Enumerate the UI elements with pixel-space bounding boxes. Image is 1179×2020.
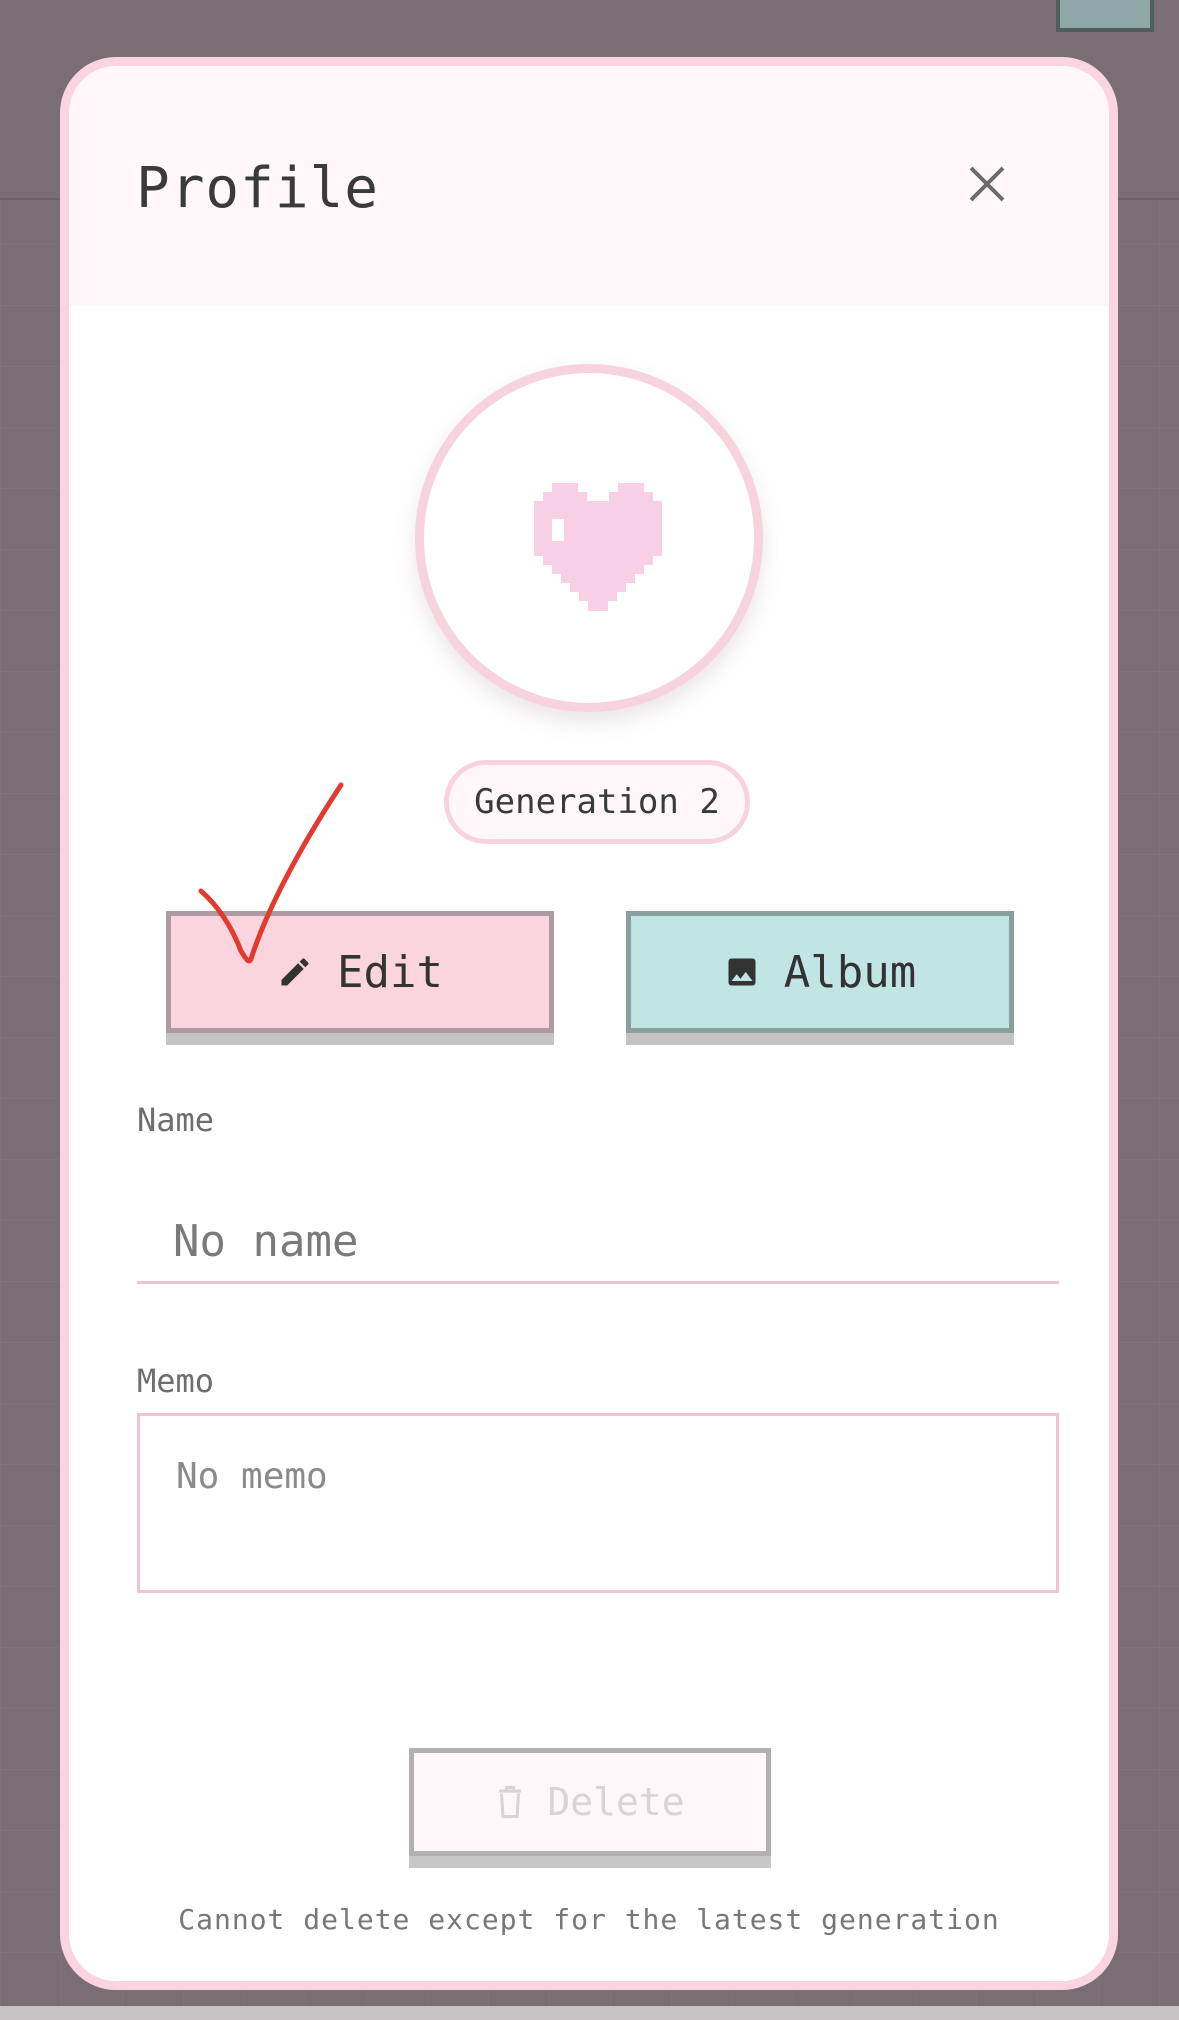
delete-restriction-note: Cannot delete except for the latest gene… bbox=[178, 1903, 1000, 1936]
album-button-label: Album bbox=[783, 946, 917, 998]
profile-dialog: Profile Generation 2 Edit Album Name No … bbox=[60, 57, 1118, 1990]
memo-input[interactable] bbox=[137, 1413, 1059, 1593]
delete-button-label: Delete bbox=[547, 1780, 685, 1824]
pencil-icon bbox=[281, 958, 309, 986]
close-icon bbox=[969, 166, 1005, 202]
dialog-title: Profile bbox=[136, 156, 380, 221]
image-icon bbox=[728, 958, 756, 986]
backdrop-footer bbox=[0, 2006, 1179, 2020]
pixel-heart-icon bbox=[534, 483, 662, 611]
name-input[interactable] bbox=[137, 1216, 1059, 1284]
name-label: Name bbox=[137, 1101, 215, 1139]
dialog-header: Profile bbox=[69, 66, 1109, 306]
close-button[interactable] bbox=[957, 154, 1017, 214]
backdrop-corner-button bbox=[1056, 0, 1154, 32]
edit-button-label: Edit bbox=[337, 946, 443, 998]
delete-button[interactable]: Delete bbox=[409, 1748, 771, 1856]
memo-label: Memo bbox=[137, 1362, 215, 1400]
generation-badge: Generation 2 bbox=[444, 760, 750, 844]
album-button[interactable]: Album bbox=[626, 911, 1014, 1033]
trash-icon bbox=[499, 1785, 522, 1819]
avatar bbox=[415, 364, 763, 712]
edit-button[interactable]: Edit bbox=[166, 911, 554, 1033]
